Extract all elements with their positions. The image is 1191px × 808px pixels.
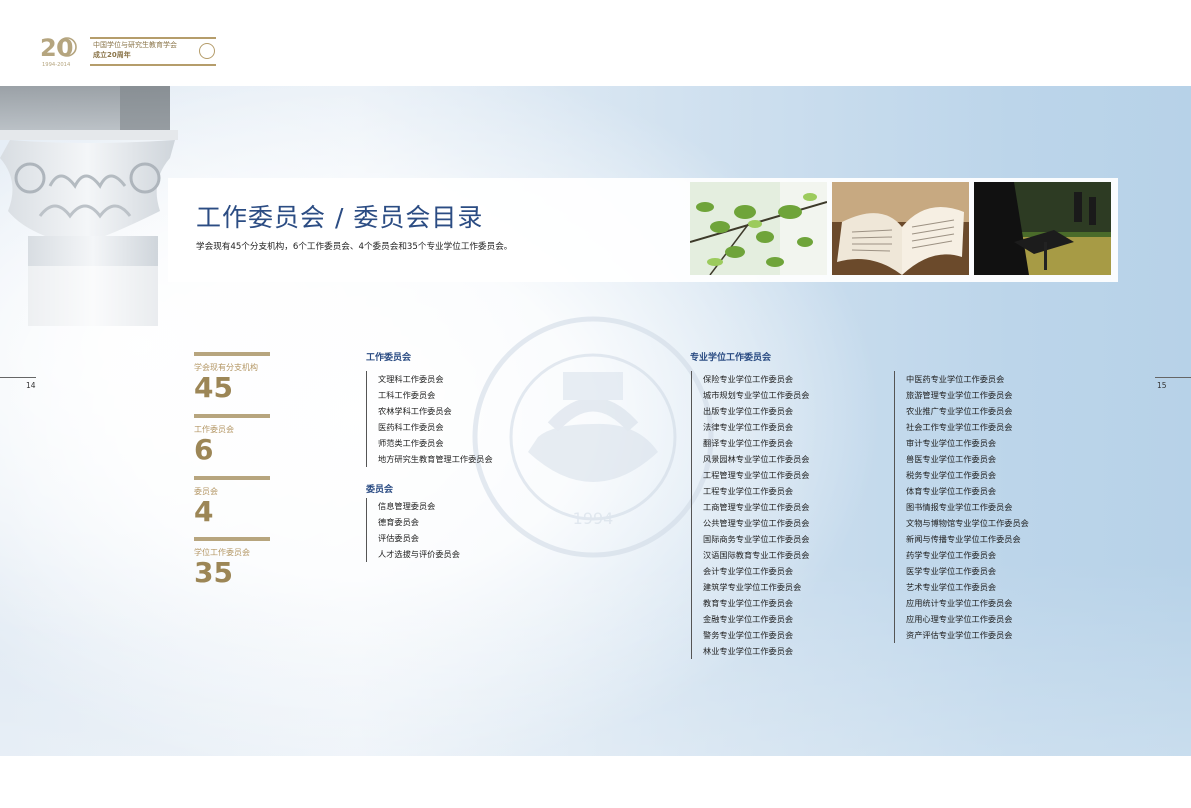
list-item: 金融专业学位工作委员会 [703,614,794,624]
list-item: 药学专业学位工作委员会 [906,550,997,560]
stat-bar [194,537,270,541]
leaves-photo [690,182,827,275]
page-number-right: 15 [1157,381,1167,390]
page-title: 工作委员会 / 委员会目录 [196,203,484,232]
list-item: 师范类工作委员会 [378,438,444,448]
list-item: 工科工作委员会 [378,390,436,400]
list-item: 信息管理委员会 [378,501,436,511]
open-book-photo [832,182,969,275]
stat-value: 35 [194,556,233,589]
list-item: 旅游管理专业学位工作委员会 [906,390,1013,400]
list-item: 工程管理专业学位工作委员会 [703,470,810,480]
list-item: 风景园林专业学位工作委员会 [703,454,810,464]
list-item: 社会工作专业学位工作委员会 [906,422,1013,432]
committees-heading: 委员会 [366,485,394,495]
professional-committees-heading: 专业学位工作委员会 [690,353,772,363]
list-item: 建筑学专业学位工作委员会 [703,582,802,592]
list-item: 公共管理专业学位工作委员会 [703,518,810,528]
stat-bar [194,414,270,418]
stat-value: 6 [194,433,214,466]
committees-list: 信息管理委员会 德育委员会 评估委员会 人才选拔与评价委员会 [366,498,460,562]
stat-committees: 委员会 4 [194,476,270,527]
work-committees-list: 文理科工作委员会 工科工作委员会 农林学科工作委员会 医药科工作委员会 师范类工… [366,371,493,467]
list-item: 教育专业学位工作委员会 [703,598,794,608]
page-rule-left [0,377,36,378]
list-item: 评估委员会 [378,533,419,543]
list-item: 税务专业学位工作委员会 [906,470,997,480]
list-item: 农业推广专业学位工作委员会 [906,406,1013,416]
list-item: 兽医专业学位工作委员会 [906,454,997,464]
org-name: 中国学位与研究生教育学会 成立20周年 [93,40,177,60]
stat-value: 4 [194,495,214,528]
list-item: 应用统计专业学位工作委员会 [906,598,1013,608]
list-item: 法律专业学位工作委员会 [703,422,794,432]
badge-icon [199,43,215,59]
graduation-photo [974,182,1111,275]
list-item: 人才选拔与评价委员会 [378,549,460,559]
page-bottom-margin [0,756,1191,808]
intro-text: 学会现有45个分支机构，6个工作委员会、4个委员会和35个专业学位工作委员会。 [196,242,513,252]
page-number-left: 14 [26,381,36,390]
list-item: 城市规划专业学位工作委员会 [703,390,810,400]
list-item: 审计专业学位工作委员会 [906,438,997,448]
org-name-line1: 中国学位与研究生教育学会 [93,41,177,49]
list-item: 图书情报专业学位工作委员会 [906,502,1013,512]
list-item: 出版专业学位工作委员会 [703,406,794,416]
org-name-line2: 成立20周年 [93,51,131,59]
list-item: 文理科工作委员会 [378,374,444,384]
list-item: 医学专业学位工作委员会 [906,566,997,576]
list-item: 林业专业学位工作委员会 [703,646,794,656]
work-committees-heading: 工作委员会 [366,353,412,363]
list-item: 汉语国际教育专业工作委员会 [703,550,810,560]
list-item: 德育委员会 [378,517,419,527]
list-item: 中医药专业学位工作委员会 [906,374,1005,384]
stat-bar [194,352,270,356]
stat-work-committees: 工作委员会 6 [194,414,270,465]
list-item: 农林学科工作委员会 [378,406,452,416]
stat-value: 45 [194,371,233,404]
anniversary-logo: 20 1994-2014 [40,34,77,68]
seal-year: 1994 [573,509,614,528]
professional-committees-list-2: 中医药专业学位工作委员会 旅游管理专业学位工作委员会 农业推广专业学位工作委员会… [894,371,1029,643]
stat-bar [194,476,270,480]
list-item: 医药科工作委员会 [378,422,444,432]
list-item: 工程专业学位工作委员会 [703,486,794,496]
list-item: 新闻与传播专业学位工作委员会 [906,534,1021,544]
list-item: 保险专业学位工作委员会 [703,374,794,384]
list-item: 应用心理专业学位工作委员会 [906,614,1013,624]
list-item: 地方研究生教育管理工作委员会 [378,454,493,464]
stat-degree-committees: 学位工作委员会 35 [194,537,270,588]
list-item: 文物与博物馆专业学位工作委员会 [906,518,1029,528]
list-item: 警务专业学位工作委员会 [703,630,794,640]
list-item: 体育专业学位工作委员会 [906,486,997,496]
logo-rule-bottom [90,64,216,66]
list-item: 国际商务专业学位工作委员会 [703,534,810,544]
list-item: 翻译专业学位工作委员会 [703,438,794,448]
seal-watermark: 1994 [472,316,714,558]
page-rule-right [1155,377,1191,378]
stat-branches: 学会现有分支机构 45 [194,352,270,403]
logo-rule-top [90,37,216,39]
list-item: 资产评估专业学位工作委员会 [906,630,1013,640]
list-item: 会计专业学位工作委员会 [703,566,794,576]
professional-committees-list-1: 保险专业学位工作委员会 城市规划专业学位工作委员会 出版专业学位工作委员会 法律… [691,371,809,659]
list-item: 艺术专业学位工作委员会 [906,582,997,592]
logo-years: 1994-2014 [42,62,71,68]
list-item: 工商管理专业学位工作委员会 [703,502,810,512]
